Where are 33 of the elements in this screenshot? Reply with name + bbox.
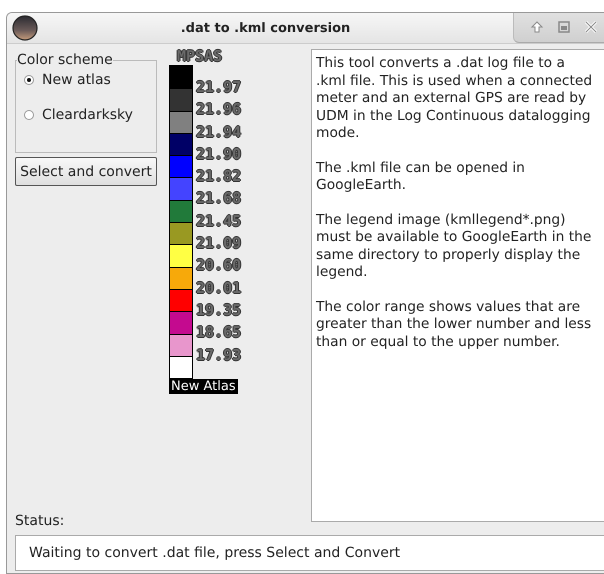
scale-value: 18.65 bbox=[196, 322, 242, 344]
up-arrow-icon[interactable] bbox=[530, 20, 544, 34]
scale-value: 21.94 bbox=[196, 122, 242, 143]
scale-value: 20.01 bbox=[196, 278, 242, 299]
status-label: Status: bbox=[15, 513, 64, 529]
scale-value: 21.68 bbox=[196, 188, 242, 210]
scale-value: 17.93 bbox=[196, 344, 242, 366]
radio-button[interactable] bbox=[24, 110, 34, 120]
info-paragraph: The legend image (kmllegend*.png) must be available to GoogleEarth in the same directory to properly display the legend. bbox=[316, 212, 592, 282]
scale-value: 21.96 bbox=[196, 99, 242, 120]
app-icon bbox=[12, 15, 38, 41]
scale-value: 21.09 bbox=[196, 233, 242, 254]
group-title: Color scheme bbox=[17, 52, 113, 68]
scale-value: 21.45 bbox=[196, 210, 242, 232]
close-icon[interactable] bbox=[584, 20, 598, 34]
scale-value: 21.82 bbox=[196, 166, 242, 188]
info-paragraph: This tool converts a .dat log file to a .kml file. This is used when a connected meter and an external GPS are read by UDM in the Log Continuous datalogging mode. bbox=[316, 55, 594, 142]
option-label[interactable]: Cleardarksky bbox=[42, 107, 133, 123]
scale-value: 20.60 bbox=[196, 255, 242, 276]
option-label[interactable]: New atlas bbox=[42, 72, 111, 88]
info-paragraph: The .kml file can be opened in GoogleEarth. bbox=[316, 160, 526, 194]
info-paragraph: The color range shows values that are greater than the lower number and less than or equal to the upper number. bbox=[316, 298, 592, 351]
scale-value: 21.90 bbox=[196, 144, 242, 165]
legend-title: MPSAS bbox=[177, 47, 222, 65]
window-title: .dat to .kml conversion bbox=[180, 20, 352, 36]
radio-button[interactable] bbox=[24, 75, 34, 85]
status-text: Waiting to convert .dat file, press Select and Convert bbox=[29, 545, 400, 561]
info-text-area[interactable] bbox=[311, 49, 604, 522]
scale-value: 19.35 bbox=[196, 300, 242, 321]
scale-value: 21.97 bbox=[196, 77, 242, 98]
select-and-convert-button[interactable]: Select and convert bbox=[15, 157, 157, 186]
legend-caption: New Atlas bbox=[169, 379, 238, 394]
maximize-icon[interactable] bbox=[557, 20, 571, 34]
